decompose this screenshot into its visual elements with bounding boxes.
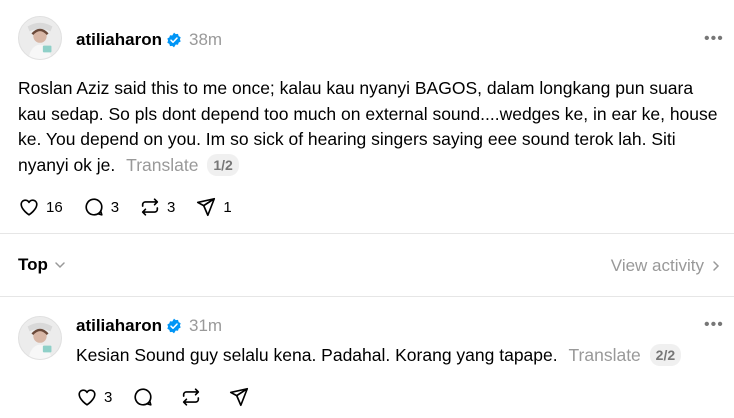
comment-icon — [134, 388, 152, 406]
view-activity-label: View activity — [610, 256, 704, 275]
post-body: Roslan Aziz said this to me once; kalau … — [18, 76, 718, 178]
share-button[interactable] — [228, 386, 256, 408]
verified-badge-icon — [167, 318, 181, 334]
thread-page-indicator: 2/2 — [649, 344, 682, 366]
post-text: Roslan Aziz said this to me once; kalau … — [18, 78, 718, 175]
repost-icon — [141, 198, 159, 216]
chevron-right-icon — [713, 261, 720, 271]
reply-actions: 3 — [76, 386, 276, 408]
thread-page-indicator: 1/2 — [207, 153, 239, 176]
reply-username[interactable]: atiliaharon — [76, 316, 162, 336]
post-actions: 16 3 3 1 — [18, 196, 252, 218]
heart-icon — [78, 389, 96, 406]
translate-link[interactable]: Translate — [568, 345, 640, 365]
like-count: 16 — [46, 198, 63, 216]
reply-timestamp: 31m — [189, 316, 223, 335]
repost-button[interactable]: 3 — [139, 196, 175, 218]
sort-dropdown[interactable]: Top — [18, 255, 66, 275]
reply-avatar[interactable] — [18, 316, 62, 360]
view-activity-link[interactable]: View activity — [611, 256, 722, 276]
reply-body: Kesian Sound guy selalu kena. Padahal. K… — [76, 344, 682, 366]
sort-label: Top — [18, 255, 48, 274]
reply-count: 3 — [110, 198, 120, 216]
share-button[interactable]: 1 — [195, 196, 232, 218]
share-count: 1 — [223, 198, 232, 216]
like-button[interactable]: 16 — [18, 196, 63, 218]
more-options-icon[interactable]: ••• — [704, 316, 724, 334]
verified-badge-icon — [167, 32, 181, 48]
divider — [0, 233, 734, 234]
avatar[interactable] — [18, 16, 62, 60]
like-count: 3 — [104, 388, 113, 406]
divider — [0, 296, 734, 297]
repost-count: 3 — [167, 198, 176, 216]
heart-icon — [20, 199, 38, 216]
comment-icon — [85, 198, 103, 216]
reply-button[interactable]: 3 — [83, 196, 119, 218]
post-username[interactable]: atiliaharon — [76, 30, 162, 50]
repost-button[interactable] — [180, 386, 208, 408]
share-icon — [197, 197, 216, 217]
reply-button[interactable] — [132, 386, 160, 408]
repost-icon — [183, 388, 200, 406]
like-button[interactable]: 3 — [76, 386, 112, 408]
share-icon — [230, 387, 249, 407]
chevron-down-icon — [55, 262, 65, 269]
more-options-icon[interactable]: ••• — [704, 30, 724, 48]
translate-link[interactable]: Translate — [126, 155, 198, 175]
post-timestamp: 38m — [189, 30, 223, 49]
reply-text: Kesian Sound guy selalu kena. Padahal. K… — [76, 345, 558, 365]
